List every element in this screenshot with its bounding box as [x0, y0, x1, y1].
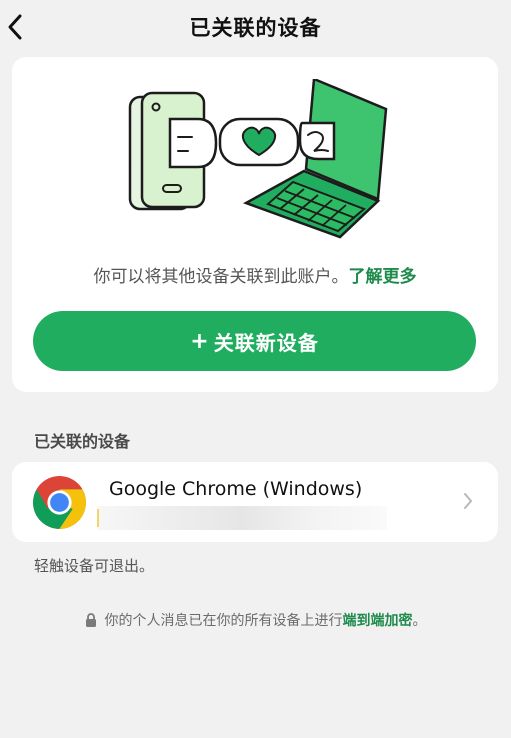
intro-text: 你可以将其他设备关联到此账户。了解更多 — [12, 262, 498, 287]
back-button[interactable] — [0, 8, 30, 46]
plus-icon: + — [190, 328, 210, 354]
message-bubble-icon — [168, 117, 218, 169]
link-new-device-label: 关联新设备 — [213, 330, 319, 355]
encryption-text: 你的个人消息已在你的所有设备上进行 — [104, 613, 343, 629]
linked-devices-illustration — [128, 79, 388, 239]
intro-description: 你可以将其他设备关联到此账户。 — [93, 267, 349, 287]
heart-bubble-icon — [218, 117, 300, 167]
encryption-footer: 你的个人消息已在你的所有设备上进行 端到端加密。 — [0, 610, 511, 630]
linked-devices-page: 已关联的设备 你可以将其他设备关联到此账户。了解更多 + 关联新设备 已关联的设… — [0, 0, 511, 738]
page-title: 已关联的设备 — [189, 16, 322, 40]
header: 已关联的设备 — [0, 0, 511, 54]
logout-hint: 轻触设备可退出。 — [34, 557, 155, 575]
chrome-icon — [33, 476, 86, 529]
device-name: Google Chrome (Windows) — [109, 478, 363, 500]
lock-icon — [85, 613, 97, 627]
section-title: 已关联的设备 — [34, 432, 131, 451]
signature-bubble-icon — [298, 121, 336, 161]
encryption-period: 。 — [412, 613, 427, 629]
link-new-device-button[interactable]: + 关联新设备 — [33, 311, 476, 371]
device-list-item[interactable]: Google Chrome (Windows) — [12, 462, 498, 542]
link-device-card: 你可以将其他设备关联到此账户。了解更多 + 关联新设备 — [12, 57, 498, 392]
end-to-end-encryption-link[interactable]: 端到端加密 — [343, 610, 413, 630]
chevron-right-icon — [464, 493, 472, 509]
device-details-redacted — [97, 506, 387, 530]
chevron-left-icon — [8, 14, 22, 40]
learn-more-link[interactable]: 了解更多 — [349, 267, 417, 287]
